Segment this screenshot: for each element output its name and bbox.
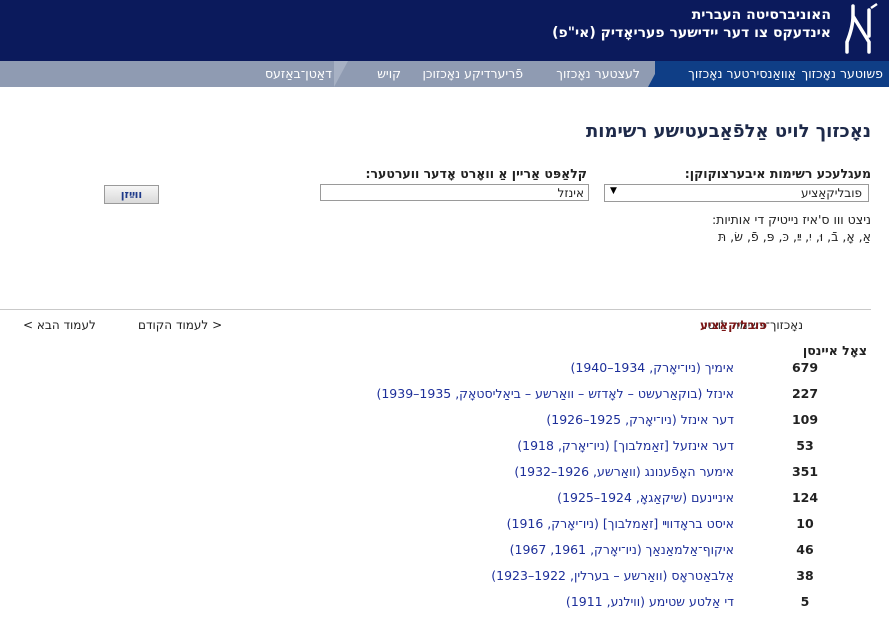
dropdown-arrow-icon[interactable]: ▼ <box>610 186 617 196</box>
previous-page-link[interactable]: < לעמוד הקודם <box>138 318 222 332</box>
row-count: 46 <box>796 542 814 557</box>
row-entry-link[interactable]: אימיך (ניו־יאָרק, 1934–1940) <box>570 360 734 375</box>
row-count: 53 <box>796 438 814 453</box>
row-count: 351 <box>791 464 819 479</box>
row-count: 10 <box>796 516 814 531</box>
row-entry-link[interactable]: דער אינזעל [זאַמלבוך] (ניו־יאָרק, 1918) <box>517 438 734 453</box>
row-count: 109 <box>791 412 819 427</box>
next-page-link[interactable]: לעמוד הבא > <box>23 318 96 332</box>
row-count: 679 <box>791 360 819 375</box>
main-nav: פשוטער נאָכזוך אַוואַנסירטער נאָכזוך לעצ… <box>0 61 889 87</box>
row-entry-link[interactable]: איניינעם (שיקאַגאָ, 1924–1925) <box>557 490 734 505</box>
row-count: 5 <box>800 594 810 609</box>
list-select-label: מעגלעכע רשימות איבערצוקוקן: <box>684 166 871 181</box>
site-header: האוניברסיטה העברית אינדעקס צו דער יידישע… <box>0 0 889 61</box>
special-letters-hint: ניצט ווו ס'איז נייטיק די אותיות: <box>711 212 871 227</box>
nav-previous-searches[interactable]: פֿריערדיקע נאָכזוכן <box>422 61 523 87</box>
list-select[interactable]: פובליקאַציע ▼ <box>604 184 869 202</box>
row-entry-link[interactable]: אימער האָפֿענונג (וואַרשע, 1926–1932) <box>514 464 734 479</box>
university-logo-icon[interactable] <box>841 2 881 56</box>
university-name[interactable]: האוניברסיטה העברית <box>692 7 831 23</box>
nav-databases[interactable]: דאַטן־באַזעס <box>265 61 332 87</box>
page-title: נאָכזוך לויט אַלפֿאַבעטישע רשימות <box>586 121 871 142</box>
row-entry-link[interactable]: אַלבאַטראָס (וואַרשע – בערלין, 1922–1923… <box>491 568 734 583</box>
show-button[interactable]: ווײַזן <box>104 185 159 204</box>
row-entry-link[interactable]: איסט בראָדווײ [זאַמלבוך] (ניו־יאָרק, 191… <box>507 516 734 531</box>
table-row: 10 איסט בראָדווײ [זאַמלבוך] (ניו־יאָרק, … <box>0 516 889 538</box>
row-entry-link[interactable]: אינזל (בוקאַרעשט – לאָדזש – וואַרשע – בי… <box>376 386 734 401</box>
table-row: 109 דער אינזל (ניו־יאָרק, 1925–1926) <box>0 412 889 434</box>
search-input[interactable] <box>320 184 589 201</box>
table-row: 351 אימער האָפֿענונג (וואַרשע, 1926–1932… <box>0 464 889 486</box>
table-row: 53 דער אינזעל [זאַמלבוך] (ניו־יאָרק, 191… <box>0 438 889 460</box>
nav-simple-search[interactable]: פשוטער נאָכזוך <box>802 61 883 87</box>
table-row: 124 איניינעם (שיקאַגאָ, 1924–1925) <box>0 490 889 512</box>
nav-separator-icon <box>334 61 348 87</box>
nav-advanced-search[interactable]: אַוואַנסירטער נאָכזוך <box>688 61 796 87</box>
table-row: 227 אינזל (בוקאַרעשט – לאָדזש – וואַרשע … <box>0 386 889 408</box>
nav-basket[interactable]: קויש <box>377 61 401 87</box>
table-row: 38 אַלבאַטראָס (וואַרשע – בערלין, 1922–1… <box>0 568 889 590</box>
table-row: 46 איקוף־אַלמאַנאַך (ניו־יאָרק, 1961, 19… <box>0 542 889 564</box>
table-row: 679 אימיך (ניו־יאָרק, 1934–1940) <box>0 360 889 382</box>
row-count: 124 <box>791 490 819 505</box>
special-letters: אַ, אָ, בֿ, וּ, יִ, ײַ, כּ, פּ, פֿ, שׂ, … <box>717 229 871 244</box>
count-column-header: צאָל איינסן <box>802 343 867 358</box>
row-entry-link[interactable]: איקוף־אַלמאַנאַך (ניו־יאָרק, 1961, 1967) <box>510 542 734 557</box>
current-list-value: פובליקאַציע <box>700 318 768 332</box>
search-input-label: קלאַפּט אַריין אַ וואָרט אָדער ווערטער: <box>365 166 587 181</box>
site-title[interactable]: אינדעקס צו דער יידישער פעריאָדיק (אי"פ) <box>552 25 831 41</box>
row-count: 38 <box>796 568 814 583</box>
list-select-value: פובליקאַציע <box>800 186 862 200</box>
row-count: 227 <box>791 386 819 401</box>
divider <box>0 309 871 310</box>
row-entry-link[interactable]: דער אינזל (ניו־יאָרק, 1925–1926) <box>546 412 734 427</box>
nav-last-search[interactable]: לעצטער נאָכזוך <box>556 61 640 87</box>
row-entry-link[interactable]: די אַלטע שטימע (ווילנע, 1911) <box>566 594 734 609</box>
nav-separator-icon <box>648 61 662 87</box>
table-row: 5 די אַלטע שטימע (ווילנע, 1911) <box>0 594 889 616</box>
